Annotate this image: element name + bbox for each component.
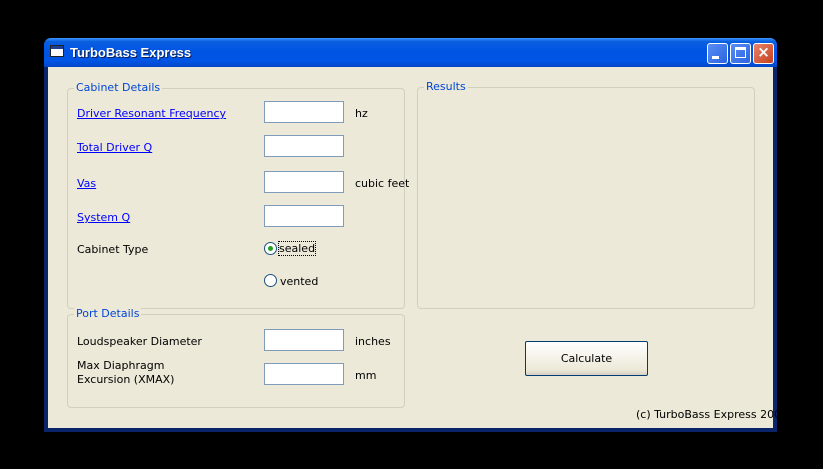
driver-resonant-frequency-input[interactable]: [264, 101, 344, 123]
loudspeaker-diameter-input[interactable]: [264, 329, 344, 351]
vented-radio[interactable]: [264, 274, 277, 287]
vas-input[interactable]: [264, 171, 344, 193]
copyright-footer: (c) TurboBass Express 2006: [636, 408, 789, 421]
hz-unit-label: hz: [355, 107, 368, 120]
driver-resonant-frequency-link[interactable]: Driver Resonant Frequency: [77, 107, 226, 120]
close-icon: ×: [757, 43, 770, 61]
total-driver-q-input[interactable]: [264, 135, 344, 157]
cabinet-details-group: Cabinet Details: [67, 81, 405, 309]
excursion-xmax-label: Excursion (XMAX): [77, 373, 175, 386]
max-diaphragm-label: Max Diaphragm: [77, 359, 165, 372]
sealed-radio[interactable]: [264, 242, 277, 255]
vented-radio-label[interactable]: vented: [280, 275, 318, 288]
window-title: TurboBass Express: [70, 45, 192, 60]
sealed-radio-label[interactable]: sealed: [277, 241, 317, 256]
cabinet-type-label: Cabinet Type: [77, 243, 149, 256]
system-q-link[interactable]: System Q: [77, 211, 130, 224]
minimize-button[interactable]: [707, 43, 728, 64]
main-window: TurboBass Express × Cabinet Details Driv…: [44, 38, 788, 432]
xmax-input[interactable]: [264, 363, 344, 385]
inches-unit-label: inches: [355, 335, 391, 348]
close-button[interactable]: ×: [753, 43, 774, 64]
vas-link[interactable]: Vas: [77, 177, 96, 190]
system-q-input[interactable]: [264, 205, 344, 227]
app-window-icon[interactable]: [50, 45, 64, 57]
window-client-area: Cabinet Details Driver Resonant Frequenc…: [48, 67, 788, 428]
port-details-label: Port Details: [74, 307, 142, 320]
cabinet-details-label: Cabinet Details: [74, 81, 163, 94]
total-driver-q-link[interactable]: Total Driver Q: [77, 141, 152, 154]
maximize-button[interactable]: [730, 43, 751, 64]
results-label: Results: [424, 80, 468, 93]
cubic-feet-unit-label: cubic feet: [355, 177, 410, 190]
results-group: Results: [417, 80, 755, 309]
title-bar[interactable]: TurboBass Express ×: [44, 38, 777, 67]
mm-unit-label: mm: [355, 369, 377, 382]
calculate-button[interactable]: Calculate: [525, 341, 648, 376]
loudspeaker-diameter-label: Loudspeaker Diameter: [77, 335, 202, 348]
